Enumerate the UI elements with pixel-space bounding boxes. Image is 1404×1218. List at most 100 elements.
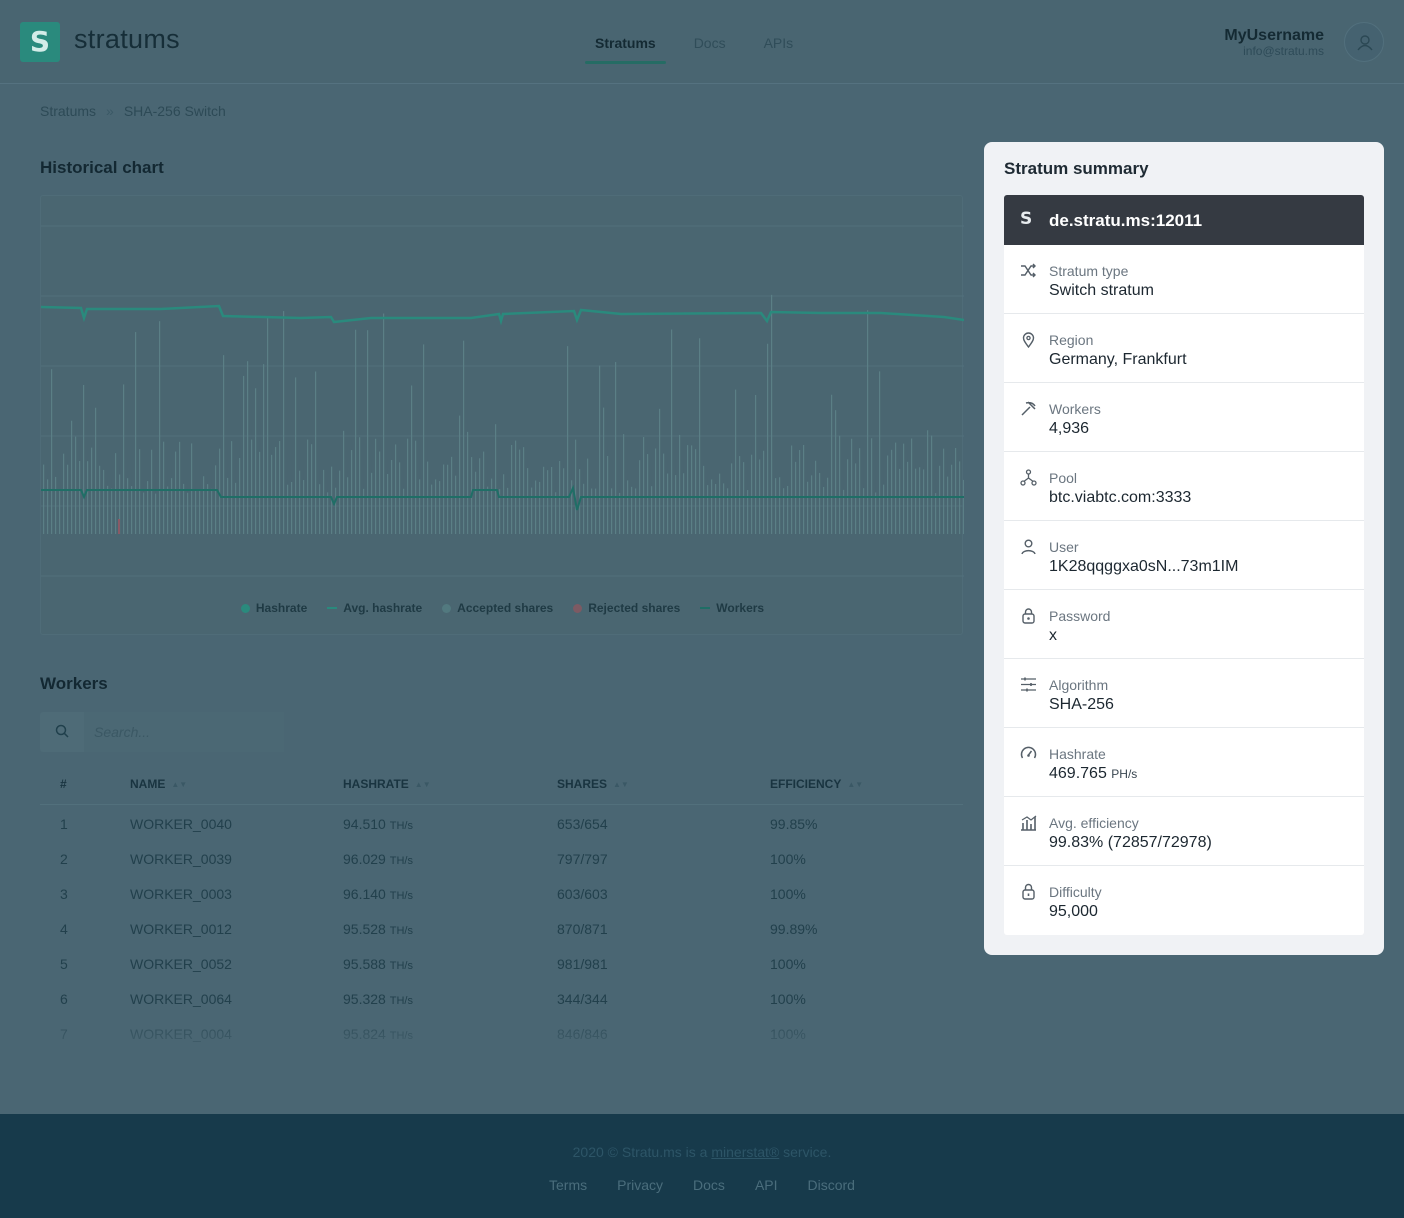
summary-value[interactable]: x [1049, 627, 1057, 645]
nav-apis[interactable]: APIs [754, 0, 804, 84]
summary-value[interactable]: btc.viabtc.com:3333 [1049, 489, 1191, 507]
accepted-share-bar [711, 479, 713, 534]
summary-value[interactable]: 469.765 PH/s [1049, 765, 1137, 783]
summary-value[interactable]: Switch stratum [1049, 282, 1154, 300]
accepted-share-bar [583, 483, 585, 534]
legend-workers[interactable]: Workers [700, 601, 764, 615]
accepted-share-bar [311, 444, 313, 534]
search-input[interactable] [84, 712, 284, 752]
summary-value[interactable]: 95,000 [1049, 903, 1098, 921]
summary-label: Stratum type [1049, 263, 1129, 279]
accepted-share-bar [779, 477, 781, 534]
accepted-share-bar [483, 451, 485, 534]
historical-chart[interactable]: Hashrate Avg. hashrate Accepted shares R… [40, 195, 964, 635]
accepted-share-bar [267, 316, 269, 534]
sort-icon[interactable]: ▲▼ [847, 780, 863, 789]
accepted-share-bar [155, 493, 157, 534]
chart-icon [1021, 815, 1037, 831]
summary-value[interactable]: 1K28qqggxa0sN...73m1IM [1049, 558, 1238, 576]
col-shares[interactable]: SHARES ▲▼ [557, 777, 629, 791]
accepted-share-bar [767, 343, 769, 534]
accepted-share-bar [327, 492, 329, 534]
accepted-share-bar [931, 435, 933, 534]
accepted-share-bar [159, 321, 161, 534]
breadcrumb-stratums[interactable]: Stratums [40, 103, 96, 119]
accepted-share-bar [703, 465, 705, 534]
user-name[interactable]: MyUsername [1224, 27, 1324, 45]
legend-avg-hashrate[interactable]: Avg. hashrate [327, 601, 422, 615]
summary-value[interactable]: 4,936 [1049, 420, 1089, 438]
accepted-share-bar [395, 444, 397, 534]
col-name[interactable]: NAME ▲▼ [130, 777, 187, 791]
worker-name[interactable]: WORKER_0012 [130, 921, 232, 937]
accepted-share-bar [687, 445, 689, 534]
col-hashrate[interactable]: HASHRATE ▲▼ [343, 777, 431, 791]
accepted-share-bar [823, 486, 825, 534]
summary-label: User [1049, 539, 1079, 555]
accepted-share-bar [299, 470, 301, 534]
sort-icon[interactable]: ▲▼ [613, 780, 629, 789]
table-row[interactable]: 5 WORKER_0052 95.588 TH/s 981/981 100% [40, 946, 963, 981]
accepted-share-bar [787, 485, 789, 534]
footer-link-terms[interactable]: Terms [549, 1177, 587, 1193]
nav-stratums[interactable]: Stratums [585, 0, 666, 84]
legend-accepted-shares[interactable]: Accepted shares [442, 601, 553, 615]
worker-name[interactable]: WORKER_0052 [130, 956, 232, 972]
col-efficiency[interactable]: EFFICIENCY ▲▼ [770, 777, 863, 791]
worker-hashrate: 95.528 TH/s [343, 921, 413, 937]
accepted-share-bar [183, 483, 185, 534]
logo-icon[interactable]: S [20, 22, 60, 62]
accepted-share-bar [83, 384, 85, 534]
accepted-share-bar [359, 437, 361, 534]
worker-name[interactable]: WORKER_0039 [130, 851, 232, 867]
accepted-share-bar [375, 438, 377, 534]
minerstat-link[interactable]: minerstat® [711, 1144, 779, 1160]
accepted-share-bar [827, 477, 829, 534]
table-row[interactable]: 2 WORKER_0039 96.029 TH/s 797/797 100% [40, 841, 963, 876]
brand-name[interactable]: stratums [74, 24, 180, 55]
worker-name[interactable]: WORKER_0003 [130, 886, 232, 902]
accepted-share-bar [131, 486, 133, 534]
accepted-share-bar [619, 492, 621, 534]
accepted-share-bar [115, 453, 117, 534]
table-row[interactable]: 1 WORKER_0040 94.510 TH/s 653/654 99.85% [40, 806, 963, 841]
summary-value[interactable]: SHA-256 [1049, 696, 1114, 714]
accepted-share-bar [515, 440, 517, 534]
accepted-share-bar [255, 388, 257, 534]
accepted-share-bar [807, 481, 809, 534]
accepted-share-bar [491, 478, 493, 534]
footer-link-discord[interactable]: Discord [808, 1177, 855, 1193]
sort-icon[interactable]: ▲▼ [171, 780, 187, 789]
accepted-share-bar [127, 478, 129, 534]
accepted-share-bar [191, 443, 193, 534]
accepted-share-bar [279, 441, 281, 534]
workers-search [40, 712, 284, 752]
accepted-share-bar [531, 487, 533, 534]
table-row[interactable]: 3 WORKER_0003 96.140 TH/s 603/603 100% [40, 876, 963, 911]
accepted-share-bar [319, 484, 321, 534]
worker-name[interactable]: WORKER_0040 [130, 816, 232, 832]
summary-value[interactable]: 99.83% (72857/72978) [1049, 834, 1212, 852]
accepted-share-bar [403, 488, 405, 534]
stratum-host[interactable]: de.stratu.ms:12011 [1049, 211, 1202, 231]
legend-hashrate[interactable]: Hashrate [240, 601, 307, 615]
accepted-share-bar [951, 464, 953, 534]
footer-link-privacy[interactable]: Privacy [617, 1177, 663, 1193]
accepted-share-bar [339, 470, 341, 534]
user-avatar[interactable] [1344, 22, 1384, 62]
accepted-share-bar [595, 488, 597, 534]
legend-rejected-shares[interactable]: Rejected shares [573, 601, 680, 615]
summary-label: Hashrate [1049, 746, 1106, 762]
table-row[interactable]: 4 WORKER_0012 95.528 TH/s 870/871 99.89% [40, 911, 963, 946]
accepted-share-bar [175, 451, 177, 534]
accepted-share-bar [343, 430, 345, 534]
worker-hashrate: 95.588 TH/s [343, 956, 413, 972]
footer-link-api[interactable]: API [755, 1177, 778, 1193]
nav-docs[interactable]: Docs [684, 0, 736, 84]
summary-value[interactable]: Germany, Frankfurt [1049, 351, 1187, 369]
accepted-share-bar [75, 436, 77, 534]
sort-icon[interactable]: ▲▼ [415, 780, 431, 789]
accepted-share-bar [763, 450, 765, 534]
footer-link-docs[interactable]: Docs [693, 1177, 725, 1193]
accepted-share-bar [963, 479, 964, 534]
